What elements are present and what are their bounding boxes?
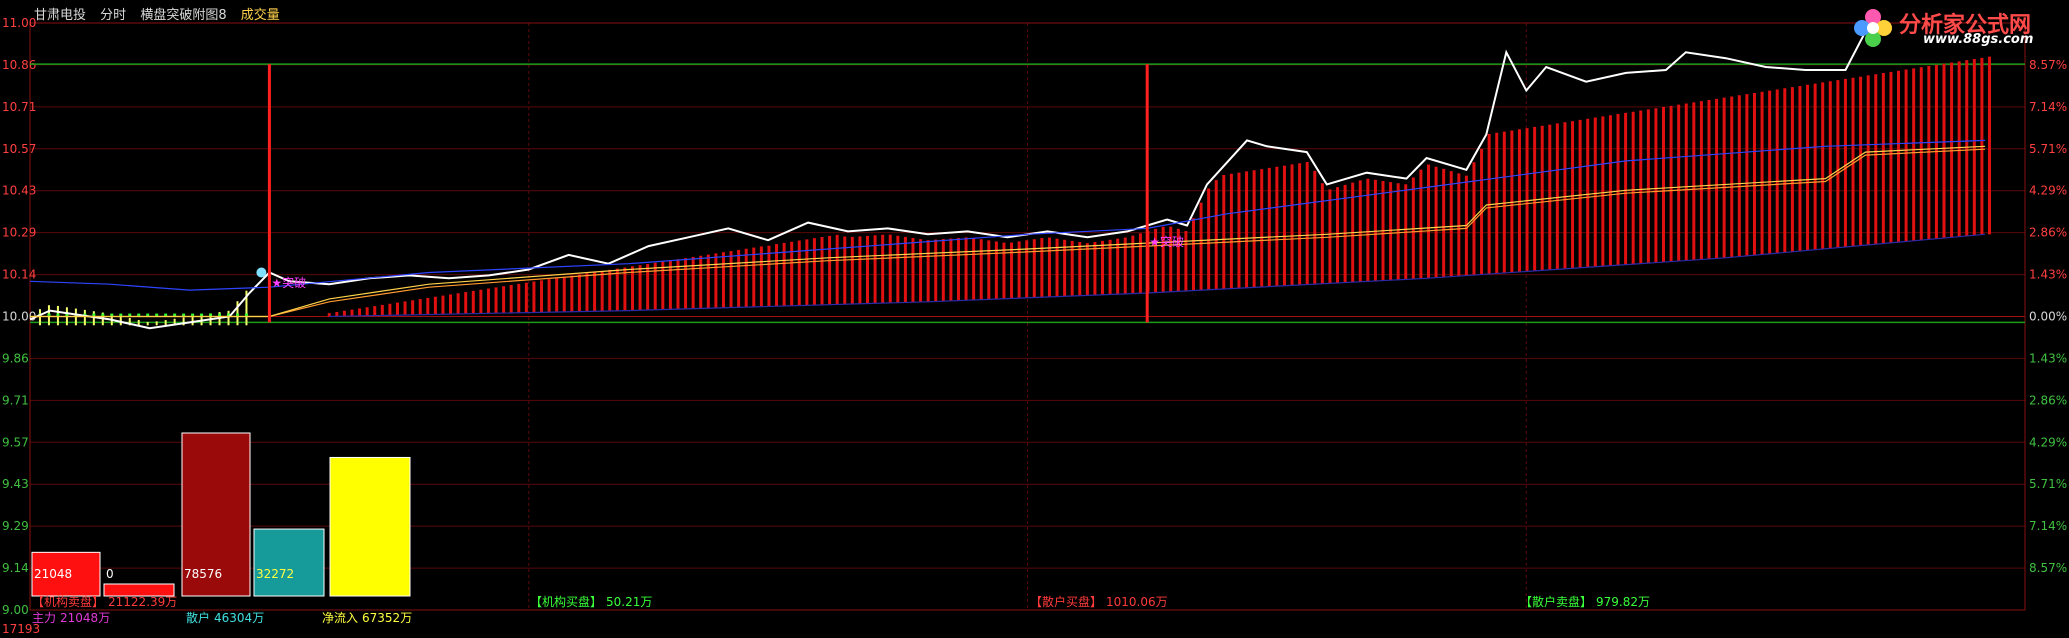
- y-tick-label-right: 2.86%: [2029, 393, 2067, 407]
- y-tick-label-left: 10.71: [2, 100, 36, 114]
- y-tick-label-right: 4.29%: [2029, 184, 2067, 198]
- y-tick-label-right: 0.00%: [2029, 310, 2067, 324]
- legend-key: 【机构买盘】: [530, 594, 602, 609]
- flow-bar-chart: 21048 0 78576 32272: [31, 432, 411, 597]
- chart-title-bar: 甘肃电投 分时 横盘突破附图8 成交量: [34, 4, 290, 23]
- y-tick-label-right: 1.43%: [2029, 268, 2067, 282]
- legend-散户卖盘: 【散户卖盘】 979.82万: [1520, 594, 1650, 609]
- y-tick-label-left: 10.57: [2, 142, 36, 156]
- legend-value: 50.21万: [606, 595, 652, 609]
- period-label: 分时: [100, 8, 127, 23]
- legend-value: 67352万: [362, 611, 412, 625]
- site-logo: 分析家公式网 www.88gs.com: [1851, 4, 2061, 52]
- early-sticks: [38, 290, 248, 326]
- flower-logo-icon: [1854, 9, 1892, 47]
- y-tick-label-right: 8.57%: [2029, 58, 2067, 72]
- indicator-name: 横盘突破附图8: [140, 8, 227, 23]
- legend-value: 1010.06万: [1106, 595, 1168, 609]
- legend-散户: 散户 46304万: [186, 610, 264, 625]
- y-tick-label-right: 1.43%: [2029, 351, 2067, 365]
- y-tick-label-left: 9.29: [2, 519, 29, 533]
- y-tick-label-left: 10.86: [2, 58, 36, 72]
- legend-主力: 主力 21048万: [32, 611, 110, 625]
- y-tick-label-left: 9.86: [2, 351, 29, 365]
- stock-name: 甘肃电投: [34, 8, 87, 23]
- y-tick-label-right: 2.86%: [2029, 226, 2067, 240]
- y-tick-label-left: 10.14: [2, 268, 36, 282]
- volume-label: 成交量: [240, 8, 280, 23]
- intraday-chart[interactable]: 11.0010.8610.7110.5710.4310.2910.1410.00…: [0, 0, 2069, 638]
- legend-value: 21122.39万: [108, 595, 177, 609]
- y-tick-label-right: 8.57%: [2029, 561, 2067, 575]
- flow-bar-value-label: 0: [106, 567, 114, 581]
- series-line-1: [29, 139, 1986, 291]
- flow-bar-3: [253, 528, 325, 597]
- y-tick-label-left: 10.29: [2, 226, 36, 240]
- y-tick-label-right: 5.71%: [2029, 142, 2067, 156]
- y-tick-label-right: 7.14%: [2029, 100, 2067, 114]
- legend-净流入: 净流入 67352万: [322, 611, 412, 625]
- legend-value: 979.82万: [1596, 595, 1650, 609]
- y-tick-label-left: 9.57: [2, 435, 29, 449]
- legend-散户买盘: 【散户买盘】 1010.06万: [1030, 594, 1168, 609]
- series-line-3: [30, 145, 1986, 318]
- legend-key: 主力: [32, 611, 56, 625]
- breakout-marker-label: ★突破: [1149, 234, 1184, 249]
- logo-url: www.88gs.com: [1923, 32, 2034, 47]
- flow-bar-value-label: 21048: [34, 567, 72, 581]
- y-tick-label-right: 5.71%: [2029, 477, 2067, 491]
- legend-key: 【散户买盘】: [1030, 594, 1102, 609]
- breakout-marker-label: ★突破: [271, 275, 306, 290]
- flow-bar-4: [329, 456, 411, 597]
- y-tick-label-left: 9.14: [2, 561, 29, 575]
- legend-value: 21048万: [60, 611, 110, 625]
- legend-机构买盘2: 【机构买盘】 50.21万: [530, 594, 652, 609]
- legend-key: 散户: [186, 610, 210, 625]
- y-tick-label-right: 4.29%: [2029, 435, 2067, 449]
- y-tick-label-right: 7.14%: [2029, 519, 2067, 533]
- flow-bar-value-label: 32272: [256, 567, 294, 581]
- y-tick-label-left: 11.00: [2, 16, 36, 30]
- legend-value: 46304万: [214, 611, 264, 625]
- flow-bar-value-label: 78576: [184, 567, 222, 581]
- breakout-dot: [256, 267, 267, 278]
- y-tick-label-left: 9.43: [2, 477, 29, 491]
- legend-key: 净流入: [322, 611, 358, 625]
- legend-key: 【机构卖盘】: [32, 594, 104, 609]
- y-tick-label-left: 9.71: [2, 393, 29, 407]
- y-tick-label-left: 10.43: [2, 184, 36, 198]
- y-tick-label-left: 9.00: [2, 603, 29, 617]
- legend-key: 【散户卖盘】: [1520, 594, 1592, 609]
